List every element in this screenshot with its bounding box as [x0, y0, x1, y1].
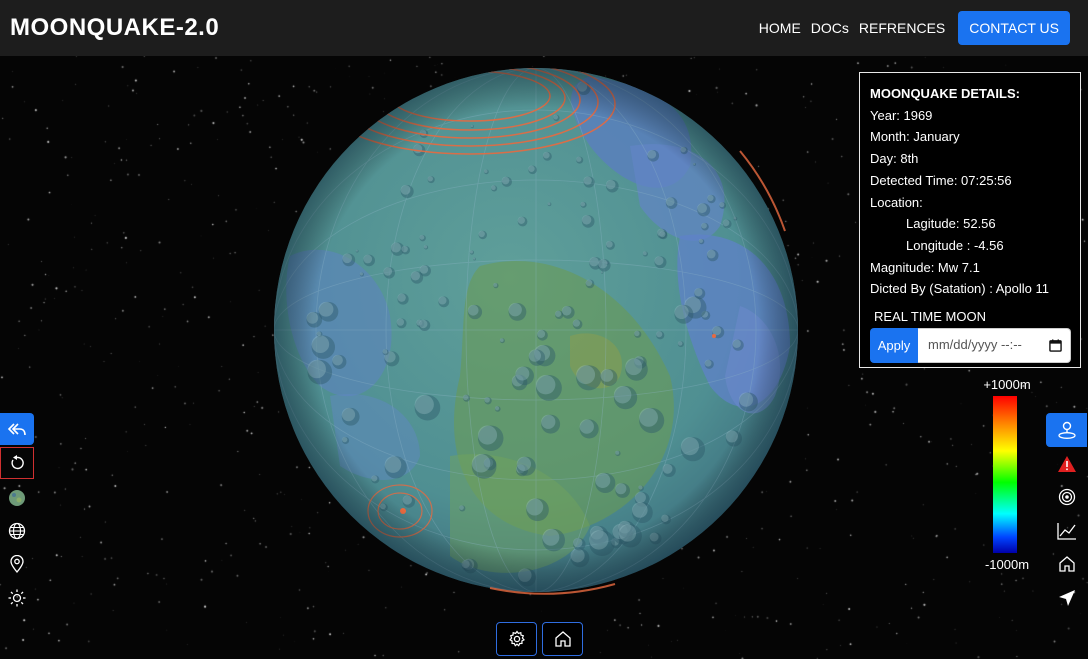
gear-icon [508, 630, 525, 647]
apply-button[interactable]: Apply [870, 327, 918, 363]
details-longitude: Longitude : -4.56 [906, 237, 1004, 253]
moon-texture-icon [9, 490, 25, 506]
real-time-moon-label: REAL TIME MOON [874, 309, 986, 325]
person-pin-icon [1057, 421, 1076, 439]
chart-button[interactable] [1046, 515, 1087, 547]
nav-home-link[interactable]: HOME [759, 14, 801, 42]
moon-globe[interactable] [270, 56, 810, 601]
user-location-button[interactable] [1046, 413, 1087, 447]
elevation-color-scale [993, 396, 1017, 553]
line-chart-icon [1056, 523, 1076, 540]
sun-icon [8, 589, 26, 607]
details-year: Year: 1969 [870, 107, 933, 123]
elevation-scale-min: -1000m [984, 557, 1030, 572]
reset-rotation-button[interactable] [0, 447, 34, 479]
datetime-placeholder: mm/dd/yyyy --:-- [928, 337, 1022, 353]
navigation-arrow-icon [1058, 590, 1075, 606]
datetime-input[interactable]: mm/dd/yyyy --:-- [918, 327, 1071, 363]
contact-us-button[interactable]: CONTACT US [958, 11, 1070, 45]
home-icon [554, 631, 571, 647]
app-brand[interactable]: MOONQUAKE-2.0 [10, 14, 219, 42]
location-pin-icon [10, 555, 24, 573]
moon-limb-shade [274, 68, 798, 592]
details-magnitude: Magnitude: Mw 7.1 [870, 259, 980, 275]
globe-icon [8, 522, 26, 540]
home-icon [1058, 556, 1075, 572]
alerts-button[interactable] [1046, 448, 1087, 480]
globe-view-button[interactable] [0, 515, 34, 547]
reply-all-icon [7, 423, 26, 436]
seismic-target-button[interactable] [1046, 481, 1087, 513]
home-view-button[interactable] [1046, 548, 1087, 580]
target-icon [1058, 488, 1075, 506]
elevation-scale-max: +1000m [983, 377, 1031, 392]
warning-icon [1057, 456, 1076, 472]
navigate-button[interactable] [1046, 582, 1087, 614]
details-detected-by: Dicted By (Satation) : Apollo 11 [870, 281, 1049, 297]
rotate-icon [11, 455, 24, 470]
details-detected-time: Detected Time: 07:25:56 [870, 172, 1012, 188]
top-navbar: MOONQUAKE-2.0 HOME DOCs REFRENCES CONTAC… [0, 0, 1088, 56]
nav-links: HOME DOCs REFRENCES CONTACT US [749, 11, 1070, 45]
details-latitude: Lagitude: 52.56 [906, 216, 996, 232]
nav-docs-link[interactable]: DOCs [811, 14, 849, 42]
nav-references-link[interactable]: REFRENCES [859, 14, 945, 42]
calendar-icon[interactable] [1049, 339, 1062, 352]
moon-texture-button[interactable] [0, 482, 34, 514]
settings-button[interactable] [496, 622, 537, 656]
real-time-form: Apply mm/dd/yyyy --:-- [870, 327, 1080, 363]
details-location-label: Location: [870, 194, 923, 210]
home-reset-button[interactable] [542, 622, 583, 656]
moonquake-details-panel: MOONQUAKE DETAILS: Year: 1969 Month: Jan… [859, 72, 1081, 368]
undo-all-button[interactable] [0, 413, 34, 445]
details-month: Month: January [870, 129, 960, 145]
details-heading: MOONQUAKE DETAILS: [870, 86, 1020, 101]
location-button[interactable] [0, 548, 34, 580]
lighting-button[interactable] [0, 582, 34, 614]
details-day: Day: 8th [870, 151, 919, 167]
